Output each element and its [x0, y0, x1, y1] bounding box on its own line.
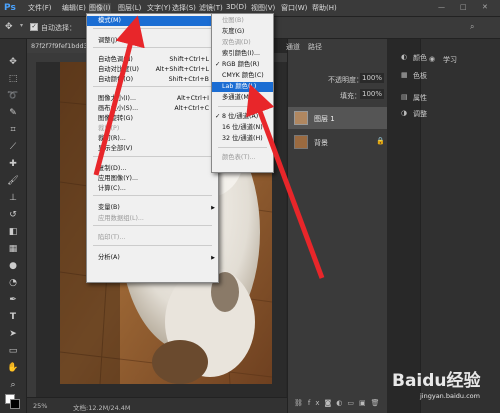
annotation-arrows	[93, 15, 325, 279]
arrow-to-mode	[93, 15, 145, 176]
baidu-watermark-logo: Baidu经验	[392, 371, 481, 391]
arrow-to-lab	[246, 83, 325, 279]
baidu-watermark-url: jingyan.baidu.com	[420, 392, 480, 400]
